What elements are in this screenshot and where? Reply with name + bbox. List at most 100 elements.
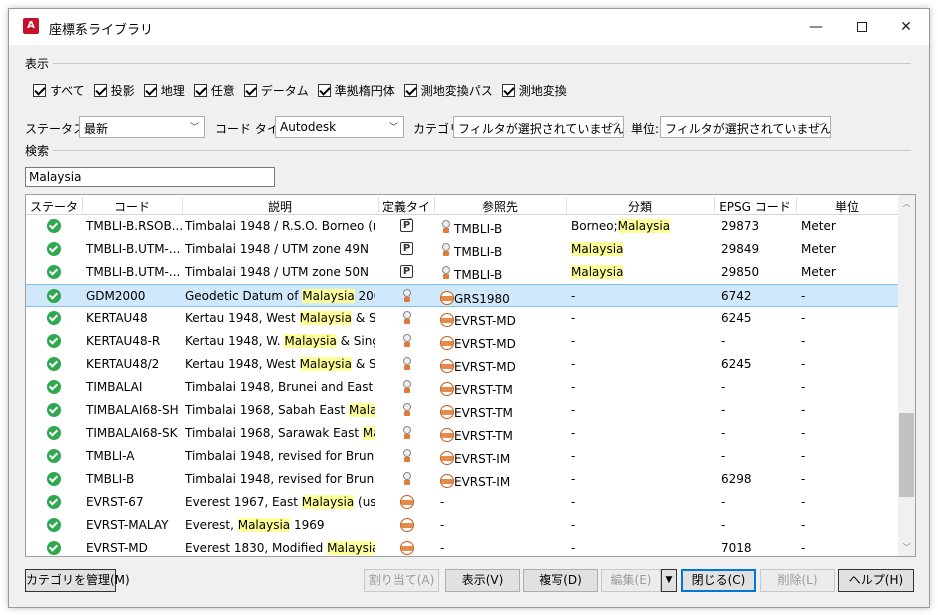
ellipsoid-icon [440,359,454,373]
checkbox-checked-icon[interactable] [501,83,515,97]
code-type-filter-select[interactable]: Autodesk ﹀ [275,116,404,138]
checkbox-checked-icon[interactable] [243,83,257,97]
description-text: Timbalai 1948, Brunei and East [185,380,375,394]
checkbox-checked-icon[interactable] [93,83,107,97]
table-row[interactable]: TMBLI-B Timbalai 1948, revised for Brunei… [26,468,898,491]
code-cell: EVRST-67 [86,495,144,509]
code-cell: EVRST-MALAY [86,518,169,532]
reference-cell: TMBLI-B [440,265,564,282]
column-separator[interactable] [796,197,797,213]
delete-button[interactable]: 削除(L) [760,569,835,592]
datum-base-icon [404,388,410,393]
checkbox-checked-icon[interactable] [33,83,46,97]
table-row[interactable]: EVRST-MALAY Everest, Malaysia 1969 - - - - [26,514,898,537]
ellipsoid-icon [440,382,454,396]
description-cell: Timbalai 1948, revised for Brunei... [185,449,375,463]
search-highlight: Malaysia [302,289,355,303]
checkbox-item[interactable]: 投影 [93,82,135,99]
column-separator[interactable] [378,197,379,213]
table-row[interactable]: TMBLI-B.UTM-... Timbalai 1948 / UTM zone … [26,238,898,261]
geodetic-datum-icon [401,357,413,371]
category-filter-select[interactable]: フィルタが選択されていません。 ﹀ [453,116,624,138]
show-button[interactable]: 表示(V) [445,569,520,592]
scroll-up-icon[interactable]: ︿ [898,195,915,212]
vertical-scrollbar[interactable]: ︿ ﹀ [898,195,915,556]
column-separator[interactable] [434,197,435,213]
table-row[interactable]: TIMBALAI68-SK Timbalai 1968, Sarawak East… [26,422,898,445]
classification-text: Borneo; [571,219,618,233]
check-circle-icon [47,403,61,417]
checkbox-item[interactable]: 地理 [143,82,185,99]
checkbox-item[interactable]: 任意 [193,82,235,99]
projected-p-icon: P [400,242,413,255]
column-separator[interactable] [182,197,183,213]
checkbox-item[interactable]: すべて [33,82,85,99]
column-header[interactable]: コード [82,198,182,215]
assign-button[interactable]: 割り当て(A) [364,569,439,592]
checkbox-checked-icon[interactable] [143,83,157,97]
checkbox-checked-icon[interactable] [403,83,417,97]
table-row[interactable]: TMBLI-B.RSOB... Timbalai 1948 / R.S.O. Bo… [26,215,898,238]
table-row[interactable]: TIMBALAI Timbalai 1948, Brunei and East M… [26,376,898,399]
edit-button[interactable]: 編集(E) [601,569,661,592]
edit-dropdown-icon[interactable]: ▼ [661,569,677,592]
column-separator[interactable] [714,197,715,213]
table-row[interactable]: EVRST-MD Everest 1830, Modified Malaysia.… [26,537,898,556]
reference-text: EVRST-TM [454,429,513,443]
column-separator[interactable] [566,197,567,213]
column-separator[interactable] [82,197,83,213]
unit-filter-select[interactable]: フィルタが選択されていません。 ﹀ [660,116,831,138]
table-row[interactable]: GDM2000 Geodetic Datum of Malaysia 2000 GR… [26,284,898,307]
window-title: 座標系ライブラリ [49,23,154,38]
status-filter-select[interactable]: 最新 ﹀ [79,116,205,138]
table-row[interactable]: KERTAU48 Kertau 1948, West Malaysia & Sin… [26,307,898,330]
unit-cell: Meter [801,242,836,256]
copy-button[interactable]: 複写(D) [523,569,598,592]
checkbox-item[interactable]: 準拠楕円体 [317,82,395,99]
minimize-button[interactable]: — [793,9,839,45]
display-section-label: 表示 [25,57,50,71]
code-cell: TIMBALAI68-SH [86,403,179,417]
checkbox-item[interactable]: 測地変換パス [403,82,493,99]
unit-cell: - [801,380,806,394]
column-header[interactable]: 参照先 [434,198,566,215]
manage-categories-button[interactable]: カテゴリを管理(M) [25,569,130,592]
column-header[interactable]: 説明 [182,198,378,215]
classification-cell: - [571,357,711,371]
description-cell: Everest 1967, East Malaysia (uses... [185,495,375,509]
description-text: Timbalai 1948 / R.S.O. Borneo (m) [185,219,375,233]
reference-text: TMBLI-B [454,245,503,259]
checkbox-checked-icon[interactable] [193,83,207,97]
description-text: Everest 1830, Modified [185,541,328,555]
column-header[interactable]: 分類 [566,198,714,215]
geodetic-datum-icon [401,403,413,417]
datum-pin-icon [403,426,411,434]
checkbox-item[interactable]: 測地変換 [501,82,567,99]
description-cell: Everest 1830, Modified Malaysia... [185,541,375,555]
classification-cell: - [571,403,711,417]
scroll-down-icon[interactable]: ﹀ [898,539,915,556]
close-window-button[interactable]: ✕ [883,9,929,45]
table-row[interactable]: EVRST-67 Everest 1967, East Malaysia (use… [26,491,898,514]
ellipsoid-icon [440,336,454,350]
help-button[interactable]: ヘルプ(H) [838,569,914,592]
checkbox-checked-icon[interactable] [317,83,331,97]
table-row[interactable]: TIMBALAI68-SH Timbalai 1968, Sabah East M… [26,399,898,422]
description-text: & Singa... [340,334,375,348]
table-row[interactable]: KERTAU48-R Kertau 1948, W. Malaysia & Sin… [26,330,898,353]
description-text: Timbalai 1968, Sarawak East [185,426,363,440]
close-button[interactable]: 閉じる(C) [681,569,756,592]
column-header[interactable]: 単位 [796,198,898,215]
search-input[interactable] [25,167,275,187]
geodetic-datum-icon [401,289,413,303]
checkbox-item[interactable]: データム [243,82,309,99]
table-row[interactable]: TMBLI-A Timbalai 1948, revised for Brunei… [26,445,898,468]
column-header[interactable]: EPSG コード [714,198,796,215]
epsg-cell: 29873 [721,219,760,233]
table-row[interactable]: KERTAU48/2 Kertau 1948, West Malaysia & S… [26,353,898,376]
scroll-thumb[interactable] [899,413,914,497]
coordinate-system-library-dialog: A 座標系ライブラリ — ✕ 表示 すべて 投影 地理 任意 データム 準拠楕円体 測地変換… [8,8,930,608]
reference-cell: - [440,495,564,509]
table-row[interactable]: TMBLI-B.UTM-... Timbalai 1948 / UTM zone … [26,261,898,284]
maximize-button[interactable] [839,9,885,45]
